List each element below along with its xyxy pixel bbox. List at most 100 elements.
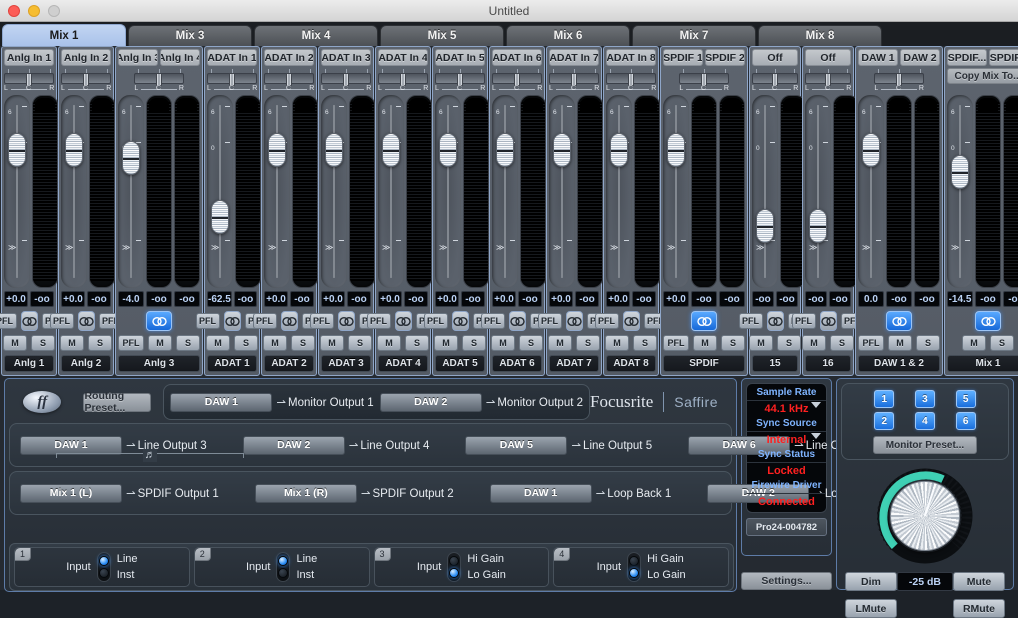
pan-control[interactable]: LCR [321, 69, 371, 93]
dim-button[interactable]: Dim [844, 572, 897, 591]
route-source-select[interactable]: DAW 5 [465, 435, 568, 455]
solo-button[interactable]: S [830, 335, 854, 351]
pfl-button[interactable]: PFL [858, 335, 884, 351]
tab-mix-6[interactable]: Mix 6 [506, 25, 630, 46]
channel-source-select[interactable]: ADAT In 4 [378, 49, 428, 66]
channel-source-select[interactable]: ADAT In 1 [207, 49, 257, 66]
mute-button[interactable]: M [749, 335, 773, 351]
minimize-icon[interactable] [28, 4, 40, 17]
stereo-link-icon[interactable] [508, 311, 526, 331]
pan-slider[interactable] [207, 73, 257, 86]
fader-knob[interactable] [382, 133, 400, 167]
led-top-icon[interactable] [278, 556, 289, 566]
channel-source-select[interactable]: Off [752, 49, 798, 66]
channel-source-select[interactable]: Anlg In 4 [160, 49, 200, 66]
channel-fader[interactable]: 60≫ [492, 95, 518, 288]
solo-button[interactable]: S [88, 335, 112, 351]
pan-slider[interactable] [435, 73, 485, 86]
input-mode-option-bottom[interactable]: Inst [117, 568, 138, 582]
tab-mix-4[interactable]: Mix 4 [254, 25, 378, 46]
route-source-select[interactable]: DAW 1 [489, 483, 592, 503]
solo-button[interactable]: S [234, 335, 258, 351]
routing-preset-button[interactable]: Routing Preset... [83, 390, 152, 414]
led-bottom-icon[interactable] [629, 568, 640, 578]
input-mode-option-bottom[interactable]: Inst [296, 568, 317, 582]
route-source-select[interactable]: DAW 1 [20, 435, 122, 455]
channel-fader[interactable]: 60≫ [606, 95, 632, 288]
pan-slider[interactable] [606, 73, 656, 86]
solo-button[interactable]: S [916, 335, 940, 351]
pan-slider[interactable] [4, 73, 54, 86]
pan-slider[interactable] [752, 73, 798, 86]
channel-fader[interactable]: 60≫ [947, 95, 973, 288]
fader-knob[interactable] [268, 133, 286, 167]
pan-slider[interactable] [264, 73, 314, 86]
left-mute-button[interactable]: LMute [844, 599, 897, 618]
pan-slider[interactable] [378, 73, 428, 86]
solo-button[interactable]: S [291, 335, 315, 351]
stereo-link-icon[interactable] [77, 311, 95, 331]
stereo-link-icon[interactable] [223, 311, 241, 331]
close-icon[interactable] [8, 4, 20, 17]
pan-control[interactable]: LCR [4, 69, 54, 93]
fader-knob[interactable] [65, 133, 83, 167]
mute-button[interactable]: M [3, 335, 27, 351]
pan-control[interactable]: LCR [435, 69, 485, 93]
chevron-down-icon[interactable] [810, 402, 821, 408]
channel-fader[interactable]: 60≫ [378, 95, 404, 288]
solo-button[interactable]: S [519, 335, 543, 351]
route-source-select[interactable]: DAW 2 [379, 392, 482, 412]
route-source-select[interactable]: Mix 1 (R) [254, 483, 357, 503]
chevron-down-icon[interactable] [810, 433, 821, 439]
channel-fader[interactable]: 60≫ [805, 95, 831, 288]
fader-knob[interactable] [667, 133, 685, 167]
fader-knob[interactable] [325, 133, 343, 167]
monitor-preset-5[interactable]: 5 [955, 390, 976, 408]
monitor-preset-4[interactable]: 4 [914, 412, 935, 430]
mute-button[interactable]: M [802, 335, 826, 351]
pan-control[interactable]: LCR [549, 69, 599, 93]
pfl-button[interactable]: PFL [663, 335, 689, 351]
mute-button[interactable]: M [605, 335, 629, 351]
fader-knob[interactable] [8, 133, 26, 167]
fader-knob[interactable] [951, 155, 969, 189]
mute-button[interactable]: M [206, 335, 230, 351]
channel-source-select[interactable]: SPDIF... [989, 49, 1018, 66]
stereo-link-icon[interactable] [394, 311, 412, 331]
solo-button[interactable]: S [31, 335, 55, 351]
pfl-button[interactable]: PFL [537, 313, 562, 329]
pfl-button[interactable]: PFL [423, 313, 448, 329]
led-top-icon[interactable] [449, 556, 460, 566]
channel-source-select[interactable]: ADAT In 7 [549, 49, 599, 66]
mute-button[interactable]: Mute [952, 572, 1005, 591]
channel-source-select[interactable]: ADAT In 5 [435, 49, 485, 66]
mute-button[interactable]: M [491, 335, 515, 351]
solo-button[interactable]: S [405, 335, 429, 351]
pan-control[interactable]: LCR [874, 69, 924, 93]
stereo-link-icon[interactable] [565, 311, 583, 331]
stereo-link-icon[interactable] [146, 311, 172, 331]
input-mode-switch[interactable] [447, 552, 462, 582]
solo-button[interactable]: S [721, 335, 745, 351]
mute-button[interactable]: M [60, 335, 84, 351]
channel-fader[interactable]: 60≫ [858, 95, 884, 288]
stereo-link-icon[interactable] [886, 311, 912, 331]
copy-mix-to-button[interactable]: Copy Mix To... [947, 68, 1018, 84]
channel-source-select[interactable]: Anlg In 2 [61, 49, 111, 66]
channel-source-select[interactable]: SPDIF 1 [663, 49, 703, 66]
monitor-level-knob[interactable] [876, 468, 973, 564]
mute-button[interactable]: M [148, 335, 172, 351]
pan-slider[interactable] [134, 73, 184, 86]
pfl-button[interactable]: PFL [252, 313, 277, 329]
fader-knob[interactable] [439, 133, 457, 167]
channel-source-select[interactable]: DAW 1 [858, 49, 898, 66]
channel-source-select[interactable]: Anlg In 1 [4, 49, 54, 66]
channel-source-select[interactable]: Anlg In 3 [118, 49, 158, 66]
route-source-select[interactable]: DAW 1 [170, 392, 273, 412]
mute-button[interactable]: M [693, 335, 717, 351]
input-mode-option-top[interactable]: Hi Gain [647, 552, 686, 566]
solo-button[interactable]: S [576, 335, 600, 351]
pan-control[interactable]: LCR [606, 69, 656, 93]
mute-button[interactable]: M [888, 335, 912, 351]
channel-fader[interactable]: 60≫ [435, 95, 461, 288]
